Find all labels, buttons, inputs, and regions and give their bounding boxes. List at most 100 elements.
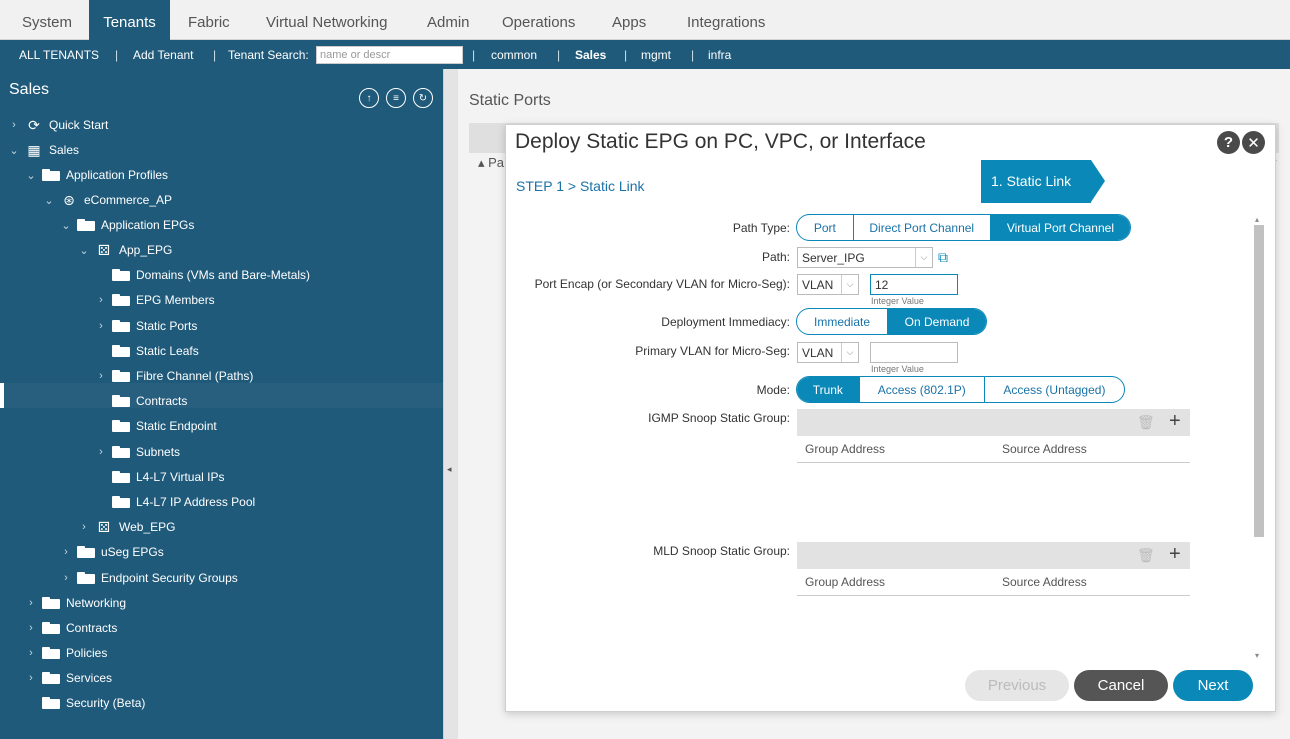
chevron-right-icon[interactable]: › <box>61 572 71 584</box>
immediacy-immediate[interactable]: Immediate <box>797 309 889 334</box>
chevron-down-icon[interactable]: ⌄ <box>44 194 54 207</box>
primary-vlan-input[interactable] <box>870 342 958 363</box>
wizard-step-2[interactable]: 2. Configure PTP <box>1091 160 1265 203</box>
path-type-direct-port-channel[interactable]: Direct Port Channel <box>854 215 991 240</box>
tree-item-epg-members[interactable]: › EPG Members <box>96 288 215 312</box>
tenant-link-infra[interactable]: infra <box>708 48 731 62</box>
chevron-right-icon[interactable]: › <box>9 119 19 131</box>
port-encap-vlan-input[interactable]: 12 <box>870 274 958 295</box>
chevron-down-icon[interactable]: ⌵ <box>915 248 932 267</box>
refresh-icon[interactable]: ↻ <box>413 88 433 108</box>
primary-vlan-type-select[interactable]: VLAN ⌵ <box>797 342 859 363</box>
divider <box>797 462 1190 463</box>
chevron-right-icon[interactable]: › <box>26 622 36 634</box>
tree-item-sales[interactable]: ⌄ ▦ Sales <box>9 138 79 162</box>
launch-icon[interactable]: ↑ <box>359 88 379 108</box>
tab-admin[interactable]: Admin <box>427 0 470 40</box>
tree-item-subnets[interactable]: › Subnets <box>96 440 180 464</box>
chevron-right-icon[interactable]: › <box>61 546 71 558</box>
tree-item-label: EPG Members <box>136 293 215 307</box>
chevron-right-icon[interactable]: › <box>26 647 36 659</box>
chevron-right-icon[interactable]: › <box>26 597 36 609</box>
scroll-up-icon[interactable]: ▴ <box>1255 215 1259 224</box>
chevron-down-icon[interactable]: ⌵ <box>841 275 858 294</box>
dialog-scrollbar[interactable]: ▴ ▾ <box>1254 215 1264 662</box>
collapse-arrow-icon[interactable]: ◂ <box>447 464 452 475</box>
tree-item-static-ports[interactable]: › Static Ports <box>96 314 197 338</box>
tree-item-endpoint-security-groups[interactable]: › Endpoint Security Groups <box>61 566 238 590</box>
tree-item-ecommerce-ap[interactable]: ⌄ ⊛ eCommerce_AP <box>44 188 172 212</box>
tree-item-static-leafs[interactable]: Static Leafs <box>96 339 199 363</box>
tab-integrations[interactable]: Integrations <box>687 0 765 40</box>
tree-item-domains[interactable]: Domains (VMs and Bare-Metals) <box>96 263 310 287</box>
mode-access-untagged[interactable]: Access (Untagged) <box>985 377 1124 402</box>
chevron-right-icon[interactable]: › <box>96 320 106 332</box>
chevron-right-icon[interactable]: › <box>96 446 106 458</box>
chevron-right-icon[interactable]: › <box>96 294 106 306</box>
tree-item-contracts[interactable]: Contracts <box>96 389 187 413</box>
previous-button[interactable]: Previous <box>965 670 1069 701</box>
mode-access-8021p[interactable]: Access (802.1P) <box>860 377 985 402</box>
scrollbar-thumb[interactable] <box>1254 225 1264 537</box>
tree-item-networking[interactable]: › Networking <box>26 591 126 615</box>
trash-icon[interactable]: 🗑 <box>1137 547 1155 564</box>
chevron-down-icon[interactable]: ⌵ <box>841 343 858 362</box>
mode-trunk[interactable]: Trunk <box>797 377 860 402</box>
cancel-button[interactable]: Cancel <box>1074 670 1168 701</box>
tab-apps[interactable]: Apps <box>612 0 646 40</box>
port-encap-type-select[interactable]: VLAN ⌵ <box>797 274 859 295</box>
all-tenants-link[interactable]: ALL TENANTS <box>19 48 99 62</box>
mld-col-group-address[interactable]: Group Address <box>805 575 885 589</box>
tenant-search-input[interactable] <box>316 46 463 64</box>
add-icon[interactable]: + <box>1169 410 1181 433</box>
path-select[interactable]: Server_IPG ⌵ <box>797 247 933 268</box>
chevron-right-icon[interactable]: › <box>79 521 89 533</box>
separator: | <box>557 48 561 62</box>
chevron-down-icon[interactable]: ⌄ <box>9 144 19 157</box>
immediacy-on-demand[interactable]: On Demand <box>888 309 986 334</box>
tree-item-l4l7-ip-pool[interactable]: L4-L7 IP Address Pool <box>96 490 255 514</box>
close-icon[interactable]: ✕ <box>1242 131 1265 154</box>
tab-tenants[interactable]: Tenants <box>89 0 170 40</box>
igmp-col-group-address[interactable]: Group Address <box>805 442 885 456</box>
tree-item-app-epg[interactable]: ⌄ ⚄ App_EPG <box>79 238 172 262</box>
tree-item-l4l7-virtual-ips[interactable]: L4-L7 Virtual IPs <box>96 465 225 489</box>
path-type-virtual-port-channel[interactable]: Virtual Port Channel <box>990 215 1130 240</box>
tree-item-fibre-channel[interactable]: › Fibre Channel (Paths) <box>96 364 253 388</box>
add-icon[interactable]: + <box>1169 543 1181 566</box>
tenant-link-sales[interactable]: Sales <box>575 48 606 62</box>
tab-operations[interactable]: Operations <box>502 0 575 40</box>
tree-item-static-endpoint[interactable]: Static Endpoint <box>96 414 217 438</box>
chevron-right-icon[interactable]: › <box>96 370 106 382</box>
scroll-down-icon[interactable]: ▾ <box>1255 651 1259 660</box>
tree-item-application-profiles[interactable]: ⌄ Application Profiles <box>26 163 168 187</box>
pane-splitter[interactable]: ◂ <box>443 69 458 739</box>
tree-item-useg-epgs[interactable]: › uSeg EPGs <box>61 540 164 564</box>
tree-item-application-epgs[interactable]: ⌄ Application EPGs <box>61 213 194 237</box>
tenant-link-mgmt[interactable]: mgmt <box>641 48 671 62</box>
tab-virtual-networking[interactable]: Virtual Networking <box>266 0 387 40</box>
tree-item-contracts-top[interactable]: › Contracts <box>26 616 117 640</box>
chevron-down-icon[interactable]: ⌄ <box>61 219 71 232</box>
next-button[interactable]: Next <box>1173 670 1253 701</box>
add-tenant-link[interactable]: Add Tenant <box>133 48 194 62</box>
tree-item-services[interactable]: › Services <box>26 666 112 690</box>
tree-item-security-beta[interactable]: Security (Beta) <box>26 691 145 715</box>
tab-system[interactable]: System <box>22 0 72 40</box>
chevron-down-icon[interactable]: ⌄ <box>79 244 89 257</box>
trash-icon[interactable]: 🗑 <box>1137 414 1155 431</box>
chevron-down-icon[interactable]: ⌄ <box>26 169 36 182</box>
tree-item-policies[interactable]: › Policies <box>26 641 107 665</box>
wizard-step-1[interactable]: 1. Static Link <box>981 160 1091 203</box>
chevron-right-icon[interactable]: › <box>26 672 36 684</box>
mld-col-source-address[interactable]: Source Address <box>1002 575 1087 589</box>
tree-item-web-epg[interactable]: › ⚄ Web_EPG <box>79 515 175 539</box>
igmp-col-source-address[interactable]: Source Address <box>1002 442 1087 456</box>
path-type-port[interactable]: Port <box>797 215 854 240</box>
list-config-icon[interactable]: ≡ <box>386 88 406 108</box>
tenant-link-common[interactable]: common <box>491 48 537 62</box>
tree-item-quick-start[interactable]: › ⟳ Quick Start <box>9 113 108 137</box>
tab-fabric[interactable]: Fabric <box>188 0 230 40</box>
help-icon[interactable]: ? <box>1217 131 1240 154</box>
create-path-icon[interactable]: ⧉ <box>938 249 954 265</box>
